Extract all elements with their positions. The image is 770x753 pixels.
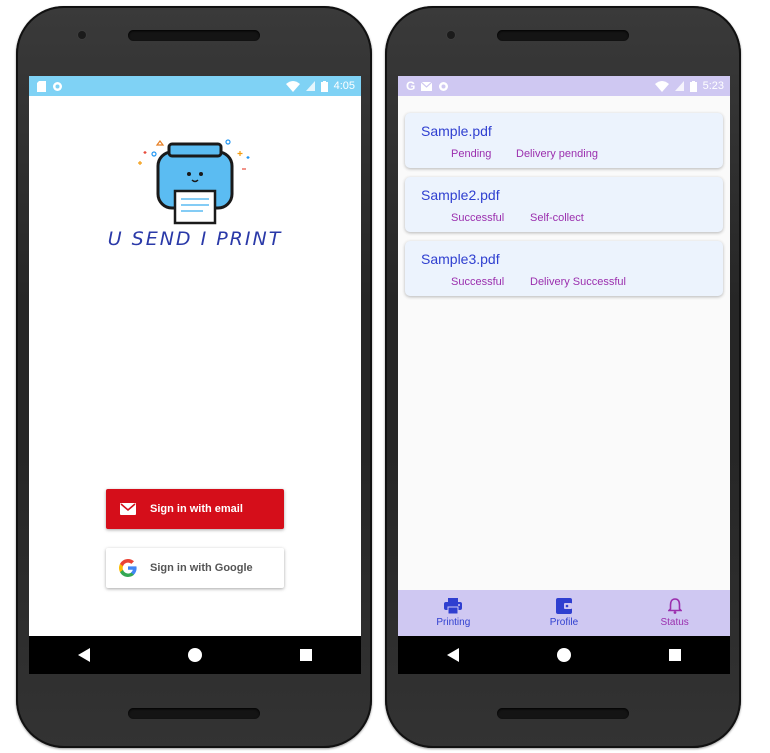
nav-printing-label: Printing	[436, 617, 471, 628]
delivery-status: Delivery pending	[516, 148, 598, 160]
print-status: Pending	[451, 148, 492, 160]
home-icon[interactable]	[188, 648, 202, 662]
delivery-status: Self-collect	[530, 212, 584, 224]
mail-icon	[106, 503, 150, 515]
print-status: Successful	[451, 212, 505, 224]
nav-profile[interactable]: Profile	[519, 598, 609, 628]
mail-notification-icon	[421, 81, 433, 91]
signal-icon	[305, 81, 315, 91]
speaker-grille	[128, 708, 260, 719]
bottom-navigation: Printing Profile Status	[398, 590, 730, 636]
home-icon[interactable]	[557, 648, 571, 662]
phone-frame-status: G 5:23 Sample.pdf Pending Delivery pendi…	[385, 6, 741, 748]
signin-screen: 4:05 U SEND I PRINT Sign in with email S…	[29, 76, 361, 674]
recent-apps-icon[interactable]	[669, 649, 681, 661]
camera-icon	[78, 31, 86, 39]
signal-icon	[674, 81, 684, 91]
printer-icon	[444, 598, 463, 614]
sign-in-google-button[interactable]: Sign in with Google	[106, 548, 284, 588]
print-status: Successful	[451, 276, 505, 288]
battery-icon	[689, 80, 697, 92]
status-bar: 4:05	[29, 76, 361, 96]
sign-in-email-label: Sign in with email	[150, 503, 243, 515]
speaker-grille	[128, 30, 260, 41]
phone-frame-signin: 4:05 U SEND I PRINT Sign in with email S…	[16, 6, 372, 748]
app-name: U SEND I PRINT	[107, 228, 283, 250]
file-name: Sample2.pdf	[421, 187, 500, 203]
google-logo-icon	[106, 559, 150, 577]
speaker-grille	[497, 708, 629, 719]
status-bar: G 5:23	[398, 76, 730, 96]
status-time: 4:05	[333, 80, 355, 92]
google-notification-icon: G	[406, 79, 416, 93]
back-icon[interactable]	[78, 648, 90, 662]
file-card[interactable]: Sample.pdf Pending Delivery pending	[405, 113, 723, 168]
file-name: Sample3.pdf	[421, 251, 500, 267]
file-card[interactable]: Sample2.pdf Successful Self-collect	[405, 177, 723, 232]
status-screen: G 5:23 Sample.pdf Pending Delivery pendi…	[398, 76, 730, 674]
wallet-icon	[555, 598, 572, 614]
sync-icon	[53, 81, 62, 91]
delivery-status: Delivery Successful	[530, 276, 626, 288]
file-name: Sample.pdf	[421, 123, 492, 139]
speaker-grille	[497, 30, 629, 41]
wifi-icon	[654, 80, 669, 92]
system-nav-bar	[29, 636, 361, 674]
recent-apps-icon[interactable]	[300, 649, 312, 661]
system-nav-bar	[398, 636, 730, 674]
nav-status[interactable]: Status	[630, 598, 720, 628]
back-icon[interactable]	[447, 648, 459, 662]
sign-in-email-button[interactable]: Sign in with email	[106, 489, 284, 529]
sync-icon	[439, 81, 449, 91]
nav-printing[interactable]: Printing	[408, 598, 498, 628]
camera-icon	[447, 31, 455, 39]
bell-icon	[667, 598, 682, 614]
status-time: 5:23	[702, 80, 724, 92]
wifi-icon	[285, 80, 300, 92]
sd-card-icon	[37, 80, 46, 92]
file-card[interactable]: Sample3.pdf Successful Delivery Successf…	[405, 241, 723, 296]
nav-profile-label: Profile	[549, 617, 579, 628]
battery-icon	[320, 80, 328, 92]
nav-status-label: Status	[660, 617, 689, 628]
sign-in-google-label: Sign in with Google	[150, 562, 253, 574]
